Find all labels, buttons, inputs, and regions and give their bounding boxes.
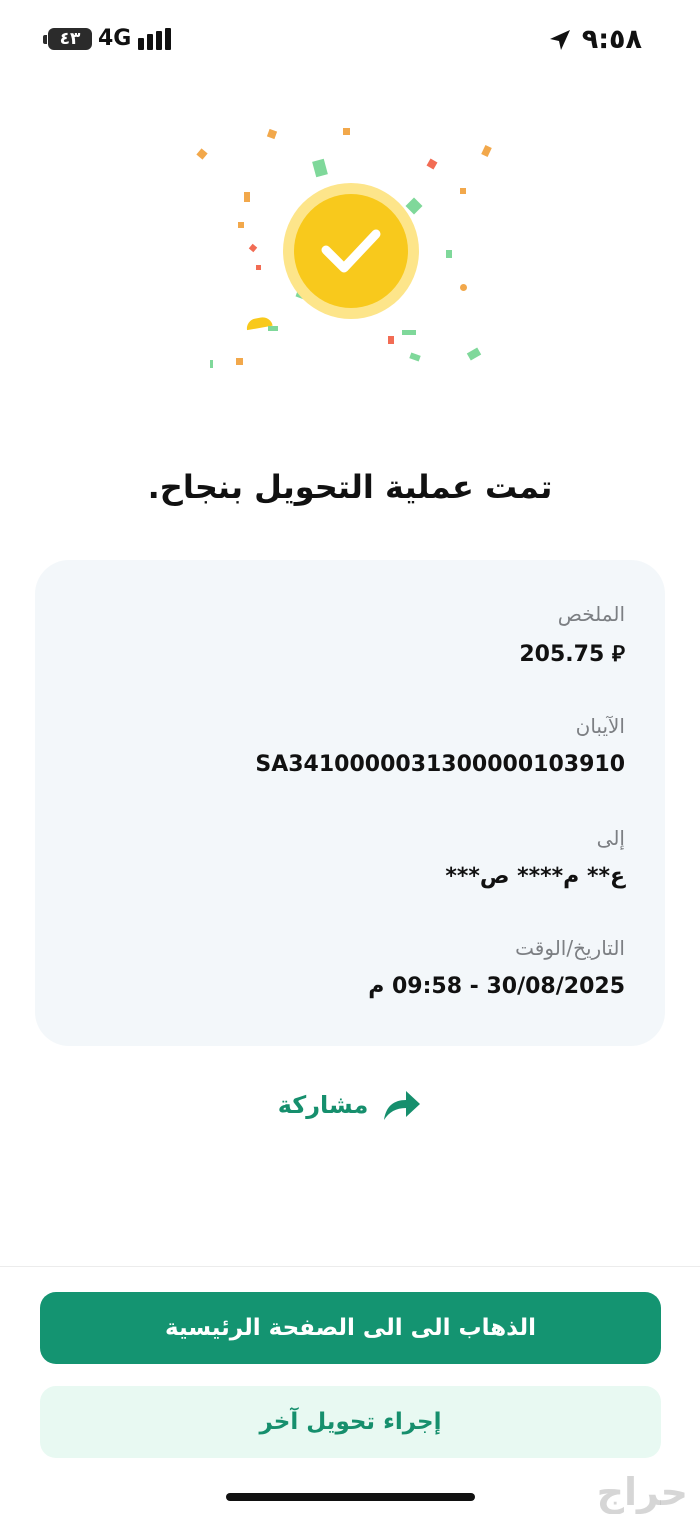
- recipient-value: ع** م**** ص***: [445, 864, 625, 889]
- clock-time: ٩:٥٨: [581, 24, 642, 55]
- page-title: تمت عملية التحويل بنجاح.: [147, 468, 553, 506]
- confetti-piece: [402, 330, 416, 335]
- battery-indicator: ٤٣: [48, 28, 92, 50]
- summary-recipient: إلى ع** م**** ص***: [445, 826, 625, 889]
- confetti-piece: [268, 326, 278, 331]
- divider: [0, 1266, 700, 1267]
- confetti-piece: [460, 188, 466, 194]
- share-arrow-icon: [384, 1091, 421, 1120]
- checkmark-icon: [321, 229, 381, 273]
- recipient-label: إلى: [596, 826, 625, 850]
- signal-icon: [138, 28, 172, 50]
- summary-iban: الآيبان SA3410000031300000103910: [255, 714, 625, 777]
- go-home-button[interactable]: الذهاب الى الى الصفحة الرئيسية: [40, 1292, 661, 1364]
- iban-label: الآيبان: [575, 714, 625, 738]
- confetti-piece: [312, 158, 328, 178]
- share-label: مشاركة: [277, 1091, 369, 1119]
- confetti-piece: [343, 128, 350, 135]
- success-illustration: [190, 110, 510, 390]
- status-clock-group: ٩:٥٨: [548, 24, 642, 55]
- confetti-piece: [460, 284, 467, 291]
- summary-amount: الملخص 205.75 ⃁: [519, 602, 625, 668]
- battery-tip: [43, 35, 47, 44]
- confetti-piece: [405, 197, 423, 215]
- confetti-piece: [388, 336, 394, 344]
- amount-label: الملخص: [557, 602, 625, 626]
- confetti-piece: [256, 265, 261, 270]
- watermark-logo: حراج: [596, 1470, 688, 1514]
- location-arrow-icon: [549, 29, 570, 50]
- confetti-piece: [481, 144, 492, 158]
- status-bar: ٤٣ 4G ٩:٥٨: [0, 0, 700, 80]
- home-indicator[interactable]: [226, 1493, 475, 1501]
- confetti-piece: [446, 250, 452, 258]
- confetti-piece: [236, 358, 243, 365]
- confetti-piece: [409, 352, 421, 362]
- summary-datetime: التاريخ/الوقت 30/08/2025 - 09:58 م: [368, 936, 625, 999]
- transfer-summary-card: الملخص 205.75 ⃁ الآيبان SA34100000313000…: [35, 560, 665, 1046]
- confetti-piece: [210, 360, 213, 368]
- datetime-label: التاريخ/الوقت: [515, 936, 625, 960]
- network-type: 4G: [98, 26, 132, 51]
- confetti-piece: [196, 148, 208, 160]
- confetti-piece: [238, 222, 244, 228]
- new-transfer-button[interactable]: إجراء تحويل آخر: [40, 1386, 661, 1458]
- confetti-piece: [266, 128, 278, 140]
- confetti-piece: [248, 243, 258, 253]
- confetti-piece: [466, 347, 482, 361]
- datetime-value: 30/08/2025 - 09:58 م: [368, 974, 625, 999]
- amount-value: 205.75 ⃁: [519, 642, 625, 667]
- confetti-piece: [244, 192, 250, 202]
- share-button[interactable]: مشاركة: [0, 1088, 700, 1122]
- confetti-piece: [426, 158, 438, 170]
- iban-value: SA3410000031300000103910: [255, 752, 625, 777]
